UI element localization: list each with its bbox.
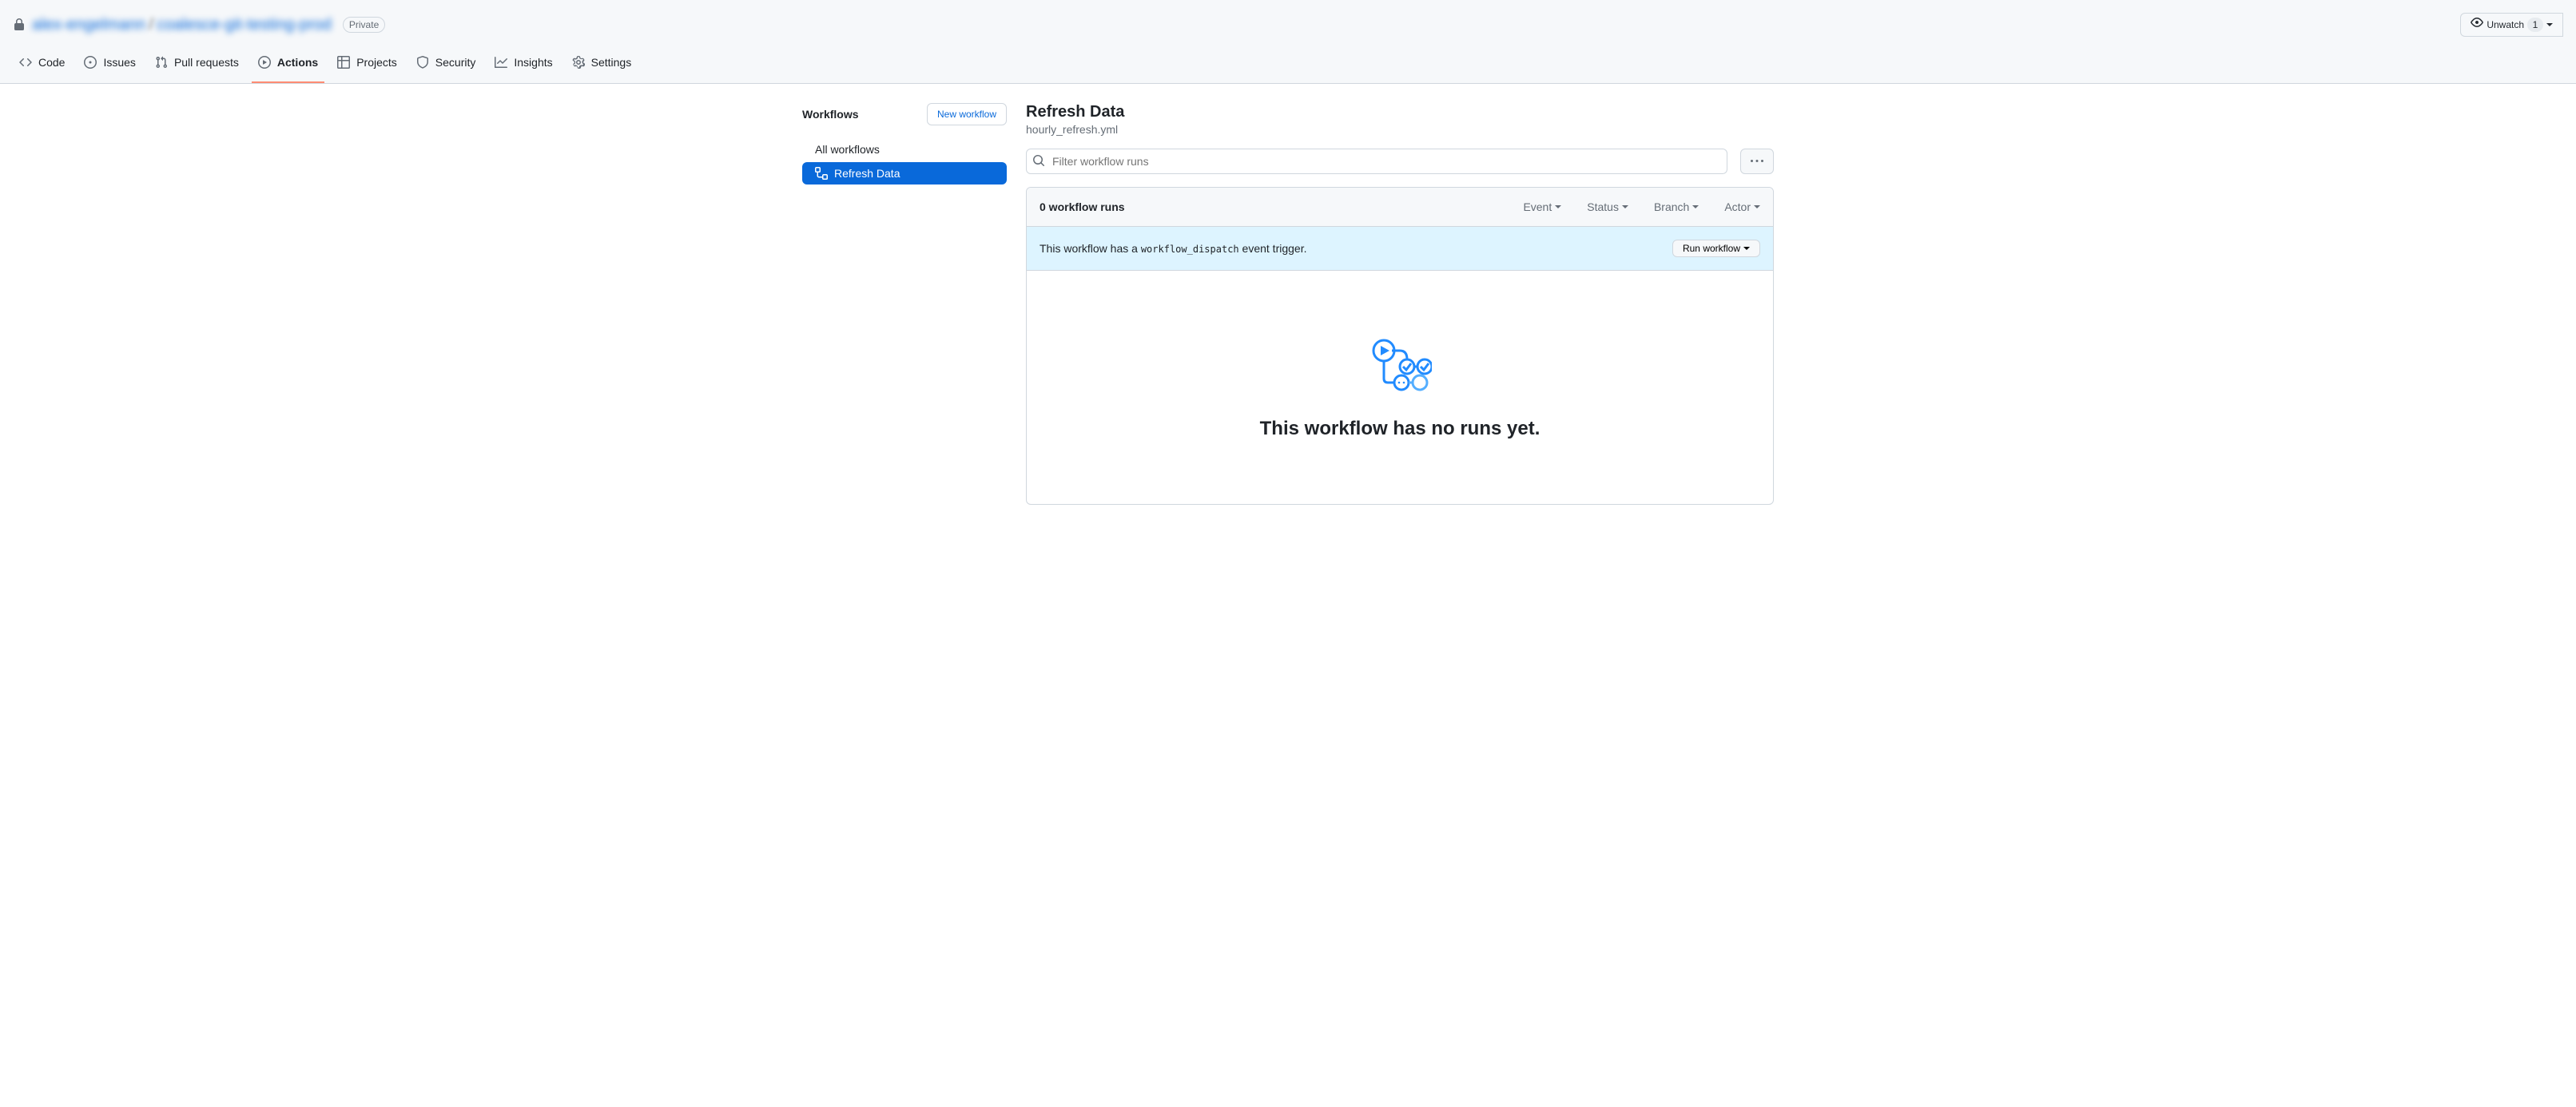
lock-icon — [13, 18, 26, 31]
eye-icon — [2471, 16, 2483, 34]
empty-title: This workflow has no runs yet. — [1059, 418, 1741, 440]
workflow-content: Refresh Data hourly_refresh.yml 0 workfl… — [1026, 103, 1774, 505]
breadcrumb: alex-engelmann / coalesce-git-testing-pr… — [32, 16, 332, 34]
shield-icon — [416, 56, 429, 69]
sidebar-item-all-workflows[interactable]: All workflows — [802, 138, 1007, 161]
nav-insights[interactable]: Insights — [488, 50, 559, 83]
filter-status[interactable]: Status — [1587, 200, 1628, 213]
dispatch-text: This workflow has a workflow_dispatch ev… — [1040, 242, 1306, 255]
caret-down-icon — [2546, 23, 2553, 26]
nav-settings[interactable]: Settings — [566, 50, 638, 83]
workflow-icon — [815, 167, 828, 180]
nav-pull-requests[interactable]: Pull requests — [149, 50, 245, 83]
nav-code[interactable]: Code — [13, 50, 71, 83]
nav-issues[interactable]: Issues — [78, 50, 141, 83]
sidebar-item-refresh-data[interactable]: Refresh Data — [802, 162, 1007, 184]
empty-state: This workflow has no runs yet. — [1027, 271, 1773, 504]
runs-header: 0 workflow runs Event Status Branch Acto… — [1027, 188, 1773, 227]
nav-actions[interactable]: Actions — [252, 50, 324, 83]
play-icon — [258, 56, 271, 69]
code-chip: workflow_dispatch — [1141, 244, 1239, 255]
kebab-horizontal-icon — [1751, 155, 1763, 168]
repo-nav: Code Issues Pull requests Actions Projec… — [0, 50, 2576, 83]
breadcrumb-repo[interactable]: coalesce-git-testing-prod — [157, 16, 332, 34]
workflow-dispatch-bar: This workflow has a workflow_dispatch ev… — [1027, 227, 1773, 271]
filter-runs-input[interactable] — [1026, 149, 1727, 174]
caret-down-icon — [1692, 205, 1699, 208]
caret-down-icon — [1622, 205, 1628, 208]
pull-request-icon — [155, 56, 168, 69]
workflows-sidebar: Workflows New workflow All workflows Ref… — [802, 103, 1007, 505]
visibility-badge: Private — [343, 17, 385, 33]
table-icon — [337, 56, 350, 69]
page-title: Refresh Data — [1026, 103, 1774, 121]
page-subtitle: hourly_refresh.yml — [1026, 123, 1774, 136]
unwatch-count: 1 — [2527, 18, 2543, 32]
nav-security[interactable]: Security — [410, 50, 483, 83]
sidebar-title: Workflows — [802, 108, 859, 121]
repo-header: alex-engelmann / coalesce-git-testing-pr… — [0, 0, 2576, 84]
issue-icon — [84, 56, 97, 69]
filter-event[interactable]: Event — [1523, 200, 1561, 213]
graph-icon — [495, 56, 507, 69]
caret-down-icon — [1555, 205, 1561, 208]
search-wrap — [1026, 149, 1727, 174]
more-actions-button[interactable] — [1740, 149, 1774, 174]
gear-icon — [572, 56, 585, 69]
filter-actor[interactable]: Actor — [1724, 200, 1760, 213]
nav-projects[interactable]: Projects — [331, 50, 403, 83]
workflow-runs-box: 0 workflow runs Event Status Branch Acto… — [1026, 187, 1774, 505]
caret-down-icon — [1743, 247, 1750, 250]
actions-empty-illustration — [1059, 335, 1741, 399]
run-workflow-button[interactable]: Run workflow — [1672, 240, 1760, 257]
runs-count: 0 workflow runs — [1040, 200, 1125, 213]
filter-branch[interactable]: Branch — [1654, 200, 1699, 213]
unwatch-button[interactable]: Unwatch 1 — [2460, 13, 2563, 37]
new-workflow-button[interactable]: New workflow — [927, 103, 1007, 125]
breadcrumb-owner[interactable]: alex-engelmann — [32, 16, 145, 34]
unwatch-label: Unwatch — [2487, 17, 2524, 33]
code-icon — [19, 56, 32, 69]
caret-down-icon — [1754, 205, 1760, 208]
